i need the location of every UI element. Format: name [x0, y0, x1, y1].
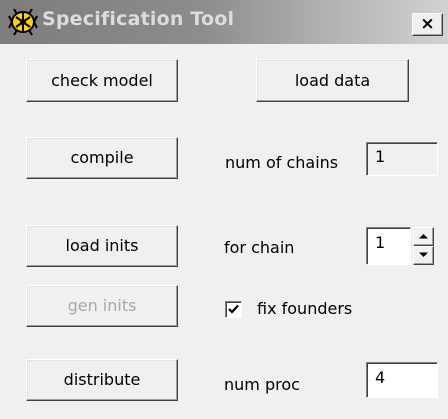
checkmark-icon [228, 304, 239, 314]
num-of-chains-label: num of chains [225, 153, 339, 172]
for-chain-input[interactable]: 1 [366, 227, 411, 265]
winbugs-bug-icon [8, 8, 38, 36]
window-title: Specification Tool [42, 8, 235, 30]
gen-inits-button[interactable]: gen inits [26, 285, 178, 327]
load-inits-button[interactable]: load inits [26, 225, 178, 267]
fix-founders-label[interactable]: fix founders [257, 299, 352, 318]
title-bar[interactable]: Specification Tool × [0, 0, 448, 44]
num-proc-label: num proc [224, 375, 300, 394]
spin-down-button[interactable] [413, 246, 434, 265]
num-of-chains-field: 1 [366, 142, 438, 176]
for-chain-label: for chain [224, 238, 295, 257]
specification-tool-window: Specification Tool × check model load da… [0, 0, 448, 419]
fix-founders-checkbox[interactable] [225, 301, 242, 318]
num-proc-input[interactable]: 4 [366, 362, 438, 398]
close-button[interactable]: × [412, 13, 443, 36]
chevron-up-icon [419, 234, 428, 239]
compile-button[interactable]: compile [26, 137, 178, 179]
distribute-button[interactable]: distribute [26, 359, 178, 401]
load-data-button[interactable]: load data [256, 59, 409, 102]
spin-up-button[interactable] [413, 227, 434, 246]
chevron-down-icon [419, 252, 428, 257]
check-model-button[interactable]: check model [26, 59, 178, 102]
